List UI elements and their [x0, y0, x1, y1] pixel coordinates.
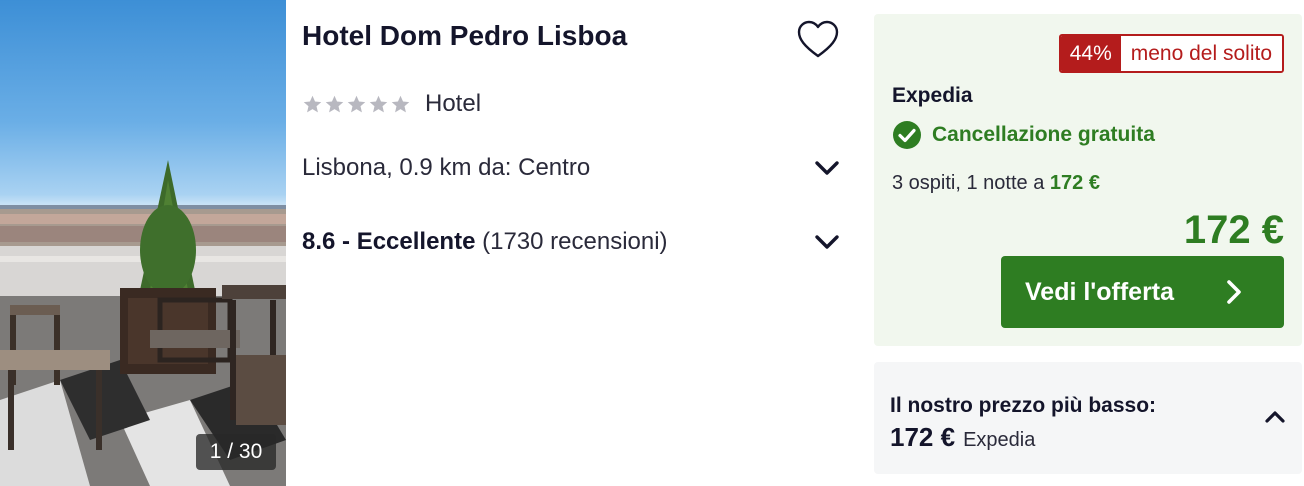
cancellation-text: Cancellazione gratuita — [932, 123, 1155, 146]
rating-score: 8.6 - Eccellente — [302, 228, 476, 255]
star-icon — [369, 95, 388, 112]
guests-summary: 3 ospiti, 1 notte a 172 € — [892, 172, 1100, 195]
location-text: Lisbona, 0.9 km da: Centro — [302, 154, 591, 181]
chevron-right-icon — [1227, 280, 1241, 304]
discount-percent: 44% — [1060, 36, 1121, 71]
check-circle-icon — [893, 121, 921, 149]
photo-counter: 1 / 30 — [196, 434, 276, 470]
lowest-price-row: 172 € Expedia — [890, 422, 1035, 453]
star-icon — [391, 95, 410, 112]
chevron-up-icon[interactable] — [1262, 404, 1288, 430]
star-icon — [325, 95, 344, 112]
hotel-category: Hotel — [425, 90, 482, 117]
discount-text: meno del solito — [1120, 36, 1282, 71]
star-icon — [347, 95, 366, 112]
location-row[interactable]: Lisbona, 0.9 km da: Centro — [302, 150, 842, 186]
star-rating — [302, 94, 411, 115]
deal-price: 172 € — [1183, 208, 1284, 252]
review-rating-row[interactable]: 8.6 - Eccellente (1730 recensioni) — [302, 224, 842, 260]
heart-outline-icon[interactable] — [796, 18, 840, 62]
chevron-down-icon[interactable] — [812, 227, 842, 257]
view-deal-button[interactable]: Vedi l'offerta — [1001, 256, 1284, 328]
hotel-name[interactable]: Hotel Dom Pedro Lisboa — [302, 20, 627, 52]
view-deal-label: Vedi l'offerta — [1025, 277, 1175, 306]
top-deal-panel: 44% meno del solito Expedia Cancellazion… — [874, 14, 1302, 346]
discount-badge: 44% meno del solito — [1058, 34, 1284, 73]
review-rating: 8.6 - Eccellente (1730 recensioni) — [302, 228, 668, 256]
lowest-price-provider: Expedia — [963, 429, 1036, 451]
lowest-price-value: 172 € — [890, 422, 956, 452]
star-icon — [303, 95, 322, 112]
guests-price: 172 € — [1049, 172, 1100, 194]
hotel-photo[interactable]: 1 / 30 — [0, 0, 286, 486]
deal-provider: Expedia — [892, 84, 973, 107]
hotel-info: Hotel Dom Pedro Lisboa Hotel Lisbona, 0.… — [302, 0, 862, 486]
lowest-price-panel[interactable]: Il nostro prezzo più basso: 172 € Expedi… — [874, 362, 1302, 474]
review-count: (1730 recensioni) — [482, 228, 668, 255]
chevron-down-icon[interactable] — [812, 153, 842, 183]
rooftop-terrace-image — [0, 160, 286, 486]
rating-stars-row: Hotel — [302, 88, 481, 120]
guests-text: 3 ospiti, 1 notte a — [892, 172, 1045, 194]
lowest-price-label: Il nostro prezzo più basso: — [890, 394, 1157, 417]
free-cancellation: Cancellazione gratuita — [892, 120, 1155, 150]
